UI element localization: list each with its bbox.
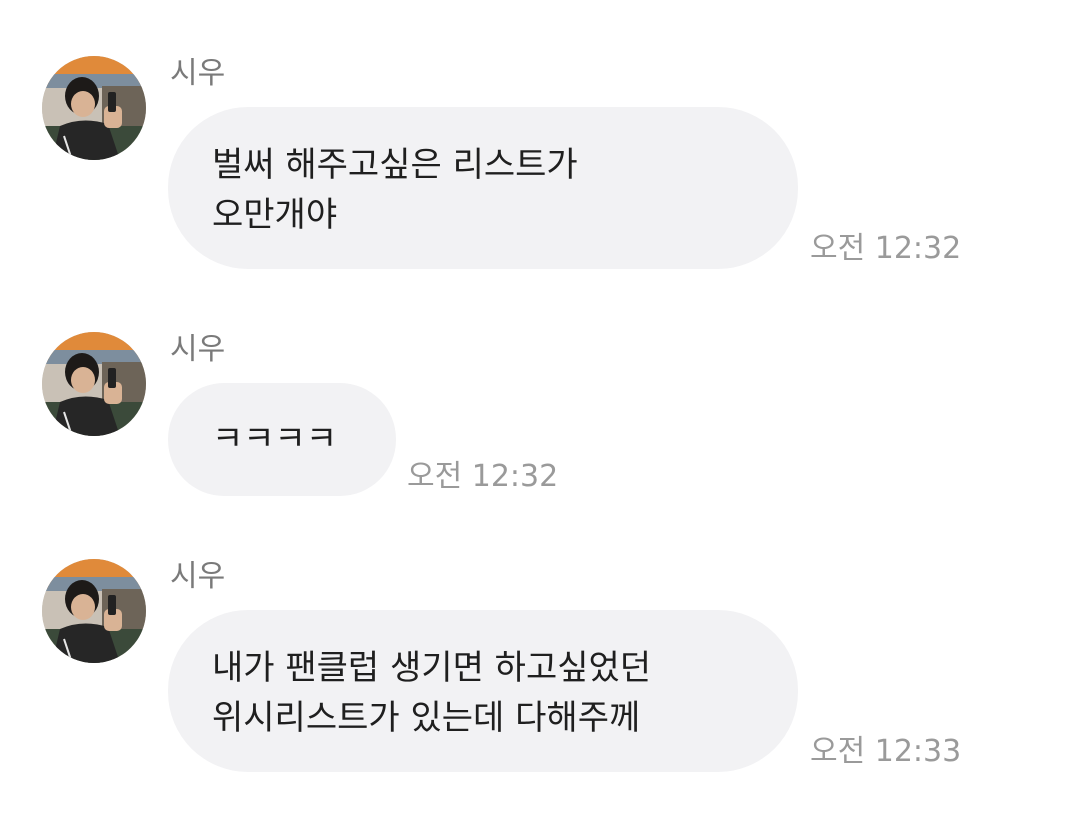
message-text: 내가 팬클럽 생기면 하고싶었던 bbox=[212, 648, 652, 688]
message-bubble[interactable]: 벌써 해주고싶은 리스트가 오만개야 bbox=[168, 107, 798, 269]
profile-photo-icon bbox=[42, 559, 146, 663]
sender-name: 시우 bbox=[170, 332, 226, 367]
sender-name: 시우 bbox=[170, 56, 226, 91]
message-timestamp: 오전 12:32 bbox=[810, 231, 962, 266]
message-bubble[interactable]: ㅋㅋㅋㅋ bbox=[168, 383, 396, 496]
profile-photo-icon bbox=[42, 56, 146, 160]
message-timestamp: 오전 12:32 bbox=[407, 459, 559, 494]
message-timestamp: 오전 12:33 bbox=[810, 734, 962, 769]
message-text: 위시리스트가 있는데 다해주께 bbox=[212, 698, 641, 738]
message-bubble[interactable]: 내가 팬클럽 생기면 하고싶었던 위시리스트가 있는데 다해주께 bbox=[168, 610, 798, 772]
message-text: ㅋㅋㅋㅋ bbox=[212, 419, 338, 459]
avatar[interactable] bbox=[42, 56, 146, 160]
avatar[interactable] bbox=[42, 559, 146, 663]
avatar[interactable] bbox=[42, 332, 146, 436]
sender-name: 시우 bbox=[170, 559, 226, 594]
message-text: 오만개야 bbox=[212, 195, 338, 235]
message-text: 벌써 해주고싶은 리스트가 bbox=[212, 145, 578, 185]
profile-photo-icon bbox=[42, 332, 146, 436]
chat-view: 시우 벌써 해주고싶은 리스트가 오만개야 오전 12:32 시우 ㅋㅋㅋㅋ 오… bbox=[0, 0, 1080, 830]
